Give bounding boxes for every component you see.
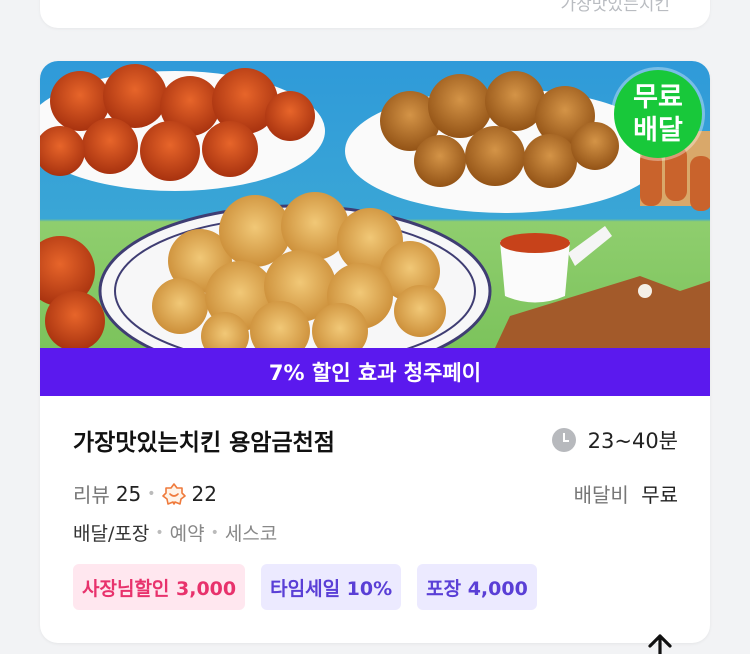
service-extra-reservation: 예약 xyxy=(169,523,205,545)
service-tags: 배달/포장 • 예약 • 세스코 xyxy=(73,519,277,546)
delivery-fee-value: 무료 xyxy=(641,483,678,507)
rating-count: 22 xyxy=(191,481,217,506)
time-sale-chip[interactable]: 타임세일 10% xyxy=(261,564,402,610)
store-card[interactable]: 무료 배달 7% 할인 효과 청주페이 가장맛있는치킨 용암금천점 23~40분… xyxy=(40,61,710,643)
delivery-time: 23~40분 xyxy=(551,425,678,455)
arrow-up-icon[interactable] xyxy=(645,634,675,654)
flower-badge-icon xyxy=(161,482,186,505)
takeout-discount-chip[interactable]: 포장 4,000 xyxy=(417,564,537,610)
clock-icon xyxy=(551,428,576,452)
owner-discount-chip[interactable]: 사장님할인 3,000 xyxy=(73,564,246,610)
coupon-chips: 사장님할인 3,000 타임세일 10% 포장 4,000 xyxy=(73,564,537,610)
separator-dot: • xyxy=(155,524,164,541)
review-summary: 리뷰 25 • 22 xyxy=(73,479,217,508)
delivery-fee-label: 배달비 xyxy=(573,483,629,507)
store-name: 가장맛있는치킨 용암금천점 xyxy=(73,430,335,456)
review-label: 리뷰 xyxy=(73,483,110,507)
free-delivery-badge: 무료 배달 xyxy=(614,70,702,158)
badge-line2: 배달 xyxy=(633,115,683,146)
previous-card-brand: 가장맛있는치킨 xyxy=(560,0,670,15)
store-food-photo: 무료 배달 xyxy=(40,61,710,348)
service-main: 배달/포장 xyxy=(73,523,150,545)
separator-dot: • xyxy=(210,524,219,541)
separator-dot: • xyxy=(147,485,156,502)
delivery-fee: 배달비 무료 xyxy=(574,479,678,508)
promo-banner: 7% 할인 효과 청주페이 xyxy=(40,348,710,396)
review-count: 25 xyxy=(115,481,142,506)
badge-line1: 무료 xyxy=(633,82,683,113)
delivery-time-value: 23~40분 xyxy=(587,429,678,453)
previous-store-card[interactable]: 가장맛있는치킨 xyxy=(40,0,710,28)
service-extra-cesco: 세스코 xyxy=(224,523,278,545)
